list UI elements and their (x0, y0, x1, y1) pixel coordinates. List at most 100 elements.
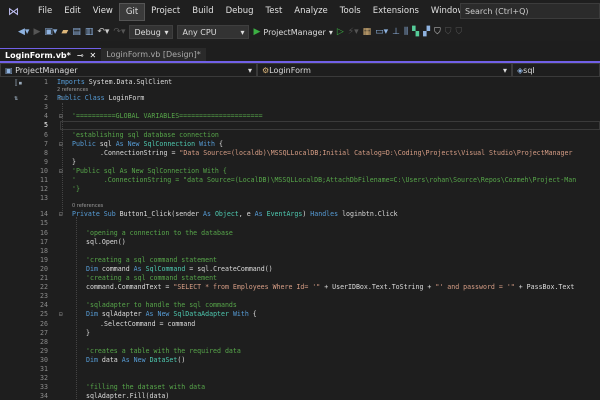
member-dropdown[interactable]: ◈sql (512, 63, 600, 77)
code-line[interactable]: 14 ⊟ Private Sub Button1_Click(sender As O… (0, 210, 600, 219)
menu-build[interactable]: Build (186, 3, 219, 21)
tab-loginform-code[interactable]: LoginForm.vb* ⊸ ✕ (0, 48, 102, 61)
collapse-icon[interactable]: ⊟ (59, 140, 63, 149)
back-icon[interactable]: ◀▾ (18, 27, 29, 37)
code-line[interactable]: 16 'opening a connection to the database (0, 229, 600, 238)
codelens-references[interactable]: 0 references (72, 203, 103, 210)
window-layout-icon[interactable]: ▭▾ (375, 27, 388, 37)
code-line[interactable]: 8 .ConnectionString = "Data Source=(local… (0, 149, 600, 158)
uncomment-icon[interactable]: ▞ (423, 27, 430, 37)
code-line[interactable]: 15 (0, 219, 600, 228)
code-line[interactable]: 17 sql.Open() (0, 238, 600, 247)
comment-icon[interactable]: ▚ (412, 27, 419, 37)
bookmark-icon[interactable]: ⛉ (434, 27, 441, 37)
code-line[interactable]: 5 (0, 121, 600, 131)
comment-token: ' .ConnectionString = "data Source=(Loca… (72, 176, 577, 184)
play-icon: ▶ (253, 27, 261, 37)
code-line[interactable]: 28 (0, 338, 600, 347)
bookmark-next-icon[interactable]: ⛉ (456, 27, 463, 37)
configuration-dropdown[interactable]: Debug ▾ (129, 25, 174, 39)
code-line[interactable]: 22 command.CommandText = "SELECT * from E… (0, 283, 600, 292)
chevron-down-icon: ▾ (164, 27, 169, 37)
menu-extensions[interactable]: Extensions (367, 3, 425, 21)
forward-icon[interactable]: ▶ (33, 27, 40, 37)
start-button[interactable]: ▶ ProjectManager ▾ (253, 27, 332, 37)
code-line[interactable]: 10 ⊟ 'Public sql As New SqlConnection With… (0, 167, 600, 176)
code-text: 'creates a table with the required data (86, 347, 241, 356)
menu-git[interactable]: Git (118, 2, 146, 21)
code-line[interactable]: 18 (0, 247, 600, 256)
code-line[interactable]: 7 ⊟ Public sql As New SqlConnection With { (0, 140, 600, 149)
collapse-icon[interactable]: ⊟ (59, 167, 63, 176)
hot-reload-icon[interactable]: ⚡▾ (348, 27, 359, 37)
type-token: SqlConnection (143, 139, 196, 148)
code-line[interactable]: 24 'sqladapter to handle the sql commands (0, 301, 600, 310)
visual-studio-logo-icon[interactable]: ⋈ (8, 5, 22, 18)
code-line[interactable]: 12 '} (0, 185, 600, 194)
code-line[interactable]: 1 Imports System.Data.SqlClient (0, 78, 600, 87)
step-icon[interactable]: ⊥ (392, 27, 400, 37)
menu-file[interactable]: File (32, 3, 58, 21)
menu-analyze[interactable]: Analyze (288, 3, 334, 21)
code-line[interactable]: 30 Dim data As New DataSet() (0, 356, 600, 365)
tab-loginform-design[interactable]: LoginForm.vb [Design]* (101, 48, 206, 61)
platform-dropdown[interactable]: Any CPU ▾ (177, 25, 250, 39)
undo-icon[interactable]: ↶▾ (97, 27, 109, 37)
menu-project[interactable]: Project (145, 3, 186, 21)
code-line[interactable]: 4 ⊟ '==========GLOBAL VARIABLES===========… (0, 112, 600, 121)
class-dropdown[interactable]: ⚙LoginForm ▾ (257, 63, 512, 77)
code-line[interactable]: 26 .SelectCommand = command (0, 320, 600, 329)
platform-value: Any CPU (182, 27, 217, 37)
toolbox-icon[interactable]: ▦ (363, 27, 372, 37)
code-token: .SelectCommand = command (100, 319, 196, 328)
code-token: + PassBox.Text (514, 283, 575, 292)
collapse-icon[interactable]: ⊟ (59, 210, 63, 219)
code-line[interactable]: 32 (0, 374, 600, 383)
menu-debug[interactable]: Debug (220, 3, 260, 21)
code-line[interactable]: 23 (0, 292, 600, 301)
code-editor[interactable]: ⟦▪ ⇅ 1 Imports System.Data.SqlClient 2 ref… (0, 77, 600, 400)
code-text: Imports System.Data.SqlClient (57, 78, 172, 87)
code-line[interactable]: 33 'filling the dataset with data (0, 383, 600, 392)
pin-icon[interactable]: ⊸ (77, 51, 84, 60)
redo-icon[interactable]: ↷▾ (113, 27, 125, 37)
collapse-icon[interactable]: ⊟ (59, 310, 63, 319)
code-line[interactable]: 31 (0, 365, 600, 374)
bookmark-prev-icon[interactable]: ⛉ (445, 27, 452, 37)
code-text: 'sqladapter to handle the sql commands (86, 301, 237, 310)
project-dropdown[interactable]: ▣ ProjectManager ▾ (0, 63, 257, 77)
open-icon[interactable]: ▰ (61, 27, 68, 37)
tools-icon[interactable]: ⫼ (404, 27, 408, 37)
code-line[interactable]: 6 'establishing sql database connection (0, 131, 600, 140)
code-line[interactable]: 25 ⊟ Dim sqlAdapter As New SqlDataAdapter … (0, 310, 600, 319)
codelens-references[interactable]: 2 references (57, 87, 88, 94)
save-all-icon[interactable]: ▥ (85, 27, 94, 37)
code-line[interactable]: 3 (0, 103, 600, 112)
code-text: } (86, 329, 90, 338)
start-without-debugging-icon[interactable]: ▷ (337, 27, 344, 37)
menu-tools[interactable]: Tools (334, 3, 367, 21)
code-token: sql.Open() (86, 237, 126, 246)
menu-edit[interactable]: Edit (58, 3, 86, 21)
code-line[interactable]: 34 sqlAdapter.Fill(data) (0, 392, 600, 400)
collapse-icon[interactable]: ⊟ (59, 112, 63, 121)
menu-test[interactable]: Test (260, 3, 289, 21)
save-icon[interactable]: ▤ (72, 27, 81, 37)
code-line[interactable]: 2 ⊟ Public Class LoginForm (0, 94, 600, 103)
code-line[interactable]: 19 'creating a sql command statement (0, 256, 600, 265)
menu-view[interactable]: View (87, 3, 119, 21)
close-icon[interactable]: ✕ (90, 51, 97, 60)
code-line[interactable]: 9} (0, 158, 600, 167)
search-input[interactable]: Search (Ctrl+Q) (460, 3, 600, 19)
keyword-token: As New (121, 355, 146, 364)
code-line[interactable]: 27} (0, 329, 600, 338)
code-line[interactable]: 11 ' .ConnectionString = "data Source=(Lo… (0, 176, 600, 185)
code-line[interactable]: 13 (0, 194, 600, 203)
member-name: sql (523, 65, 535, 75)
code-line[interactable]: 29 'creates a table with the required dat… (0, 347, 600, 356)
code-text: 'filling the dataset with data (86, 383, 205, 392)
code-line[interactable]: 21 'creating a sql command statement (0, 274, 600, 283)
code-token: + UserIDBox.Text.ToString + (320, 283, 436, 292)
code-line[interactable]: 20 Dim command As SqlCommand = sql.Create… (0, 265, 600, 274)
new-project-icon[interactable]: ▣▾ (44, 27, 57, 37)
